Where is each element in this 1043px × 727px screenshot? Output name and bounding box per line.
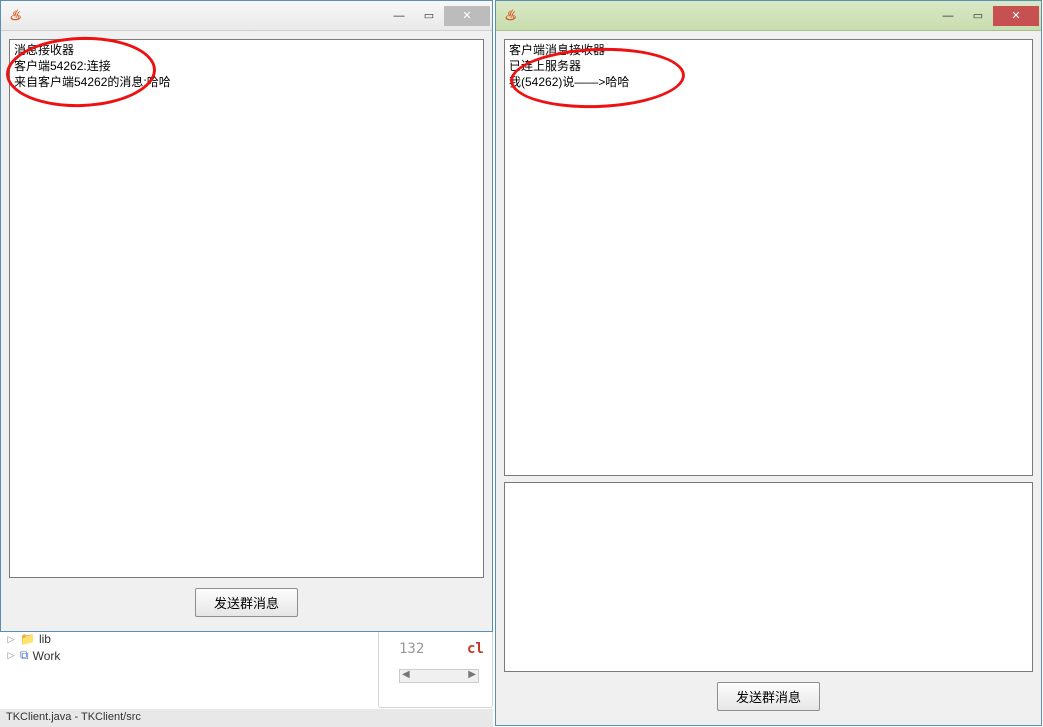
java-icon: ♨ [502,8,518,24]
folder-icon: 📁 [20,632,35,646]
maximize-button[interactable]: ▭ [414,6,444,26]
server-window: ♨ — ▭ ✕ 消息接收器 客户端54262:连接 来自客户端54262的消息:… [0,0,493,632]
expand-triangle-icon[interactable]: ▷ [6,650,16,661]
ide-status-bar: TKClient.java - TKClient/src [0,709,493,727]
close-button[interactable]: ✕ [993,6,1039,26]
titlebar-server[interactable]: ♨ — ▭ ✕ [1,1,492,31]
server-message-area[interactable]: 消息接收器 客户端54262:连接 来自客户端54262的消息:哈哈 [9,39,484,578]
maximize-button[interactable]: ▭ [963,6,993,26]
expand-triangle-icon[interactable]: ▷ [6,634,16,645]
tree-label-work: Work [33,649,61,663]
code-fragment: cl [467,641,484,657]
scroll-left-icon[interactable]: ◀ [402,669,410,680]
send-group-message-button[interactable]: 发送群消息 [717,682,820,711]
project-icon: ⧉ [20,648,29,663]
horizontal-scrollbar[interactable]: ◀ ▶ [399,669,479,683]
minimize-button[interactable]: — [384,6,414,26]
editor-line-number: 132 [399,641,424,657]
client-input-area[interactable] [504,482,1033,672]
titlebar-client[interactable]: ♨ — ▭ ✕ [496,1,1041,31]
tree-row-work[interactable]: ▷ ⧉ Work [0,647,375,664]
tree-row-lib[interactable]: ▷ 📁 lib [0,631,375,647]
close-button[interactable]: ✕ [444,6,490,26]
scroll-right-icon[interactable]: ▶ [468,669,476,680]
minimize-button[interactable]: — [933,6,963,26]
java-icon: ♨ [7,8,23,24]
client-message-area[interactable]: 客户端消息接收器 已连上服务器 我(54262)说——>哈哈 [504,39,1033,476]
client-window: ♨ — ▭ ✕ 客户端消息接收器 已连上服务器 我(54262)说——>哈哈 发… [495,0,1042,726]
tree-label-lib: lib [39,632,51,646]
send-group-message-button[interactable]: 发送群消息 [195,588,298,617]
